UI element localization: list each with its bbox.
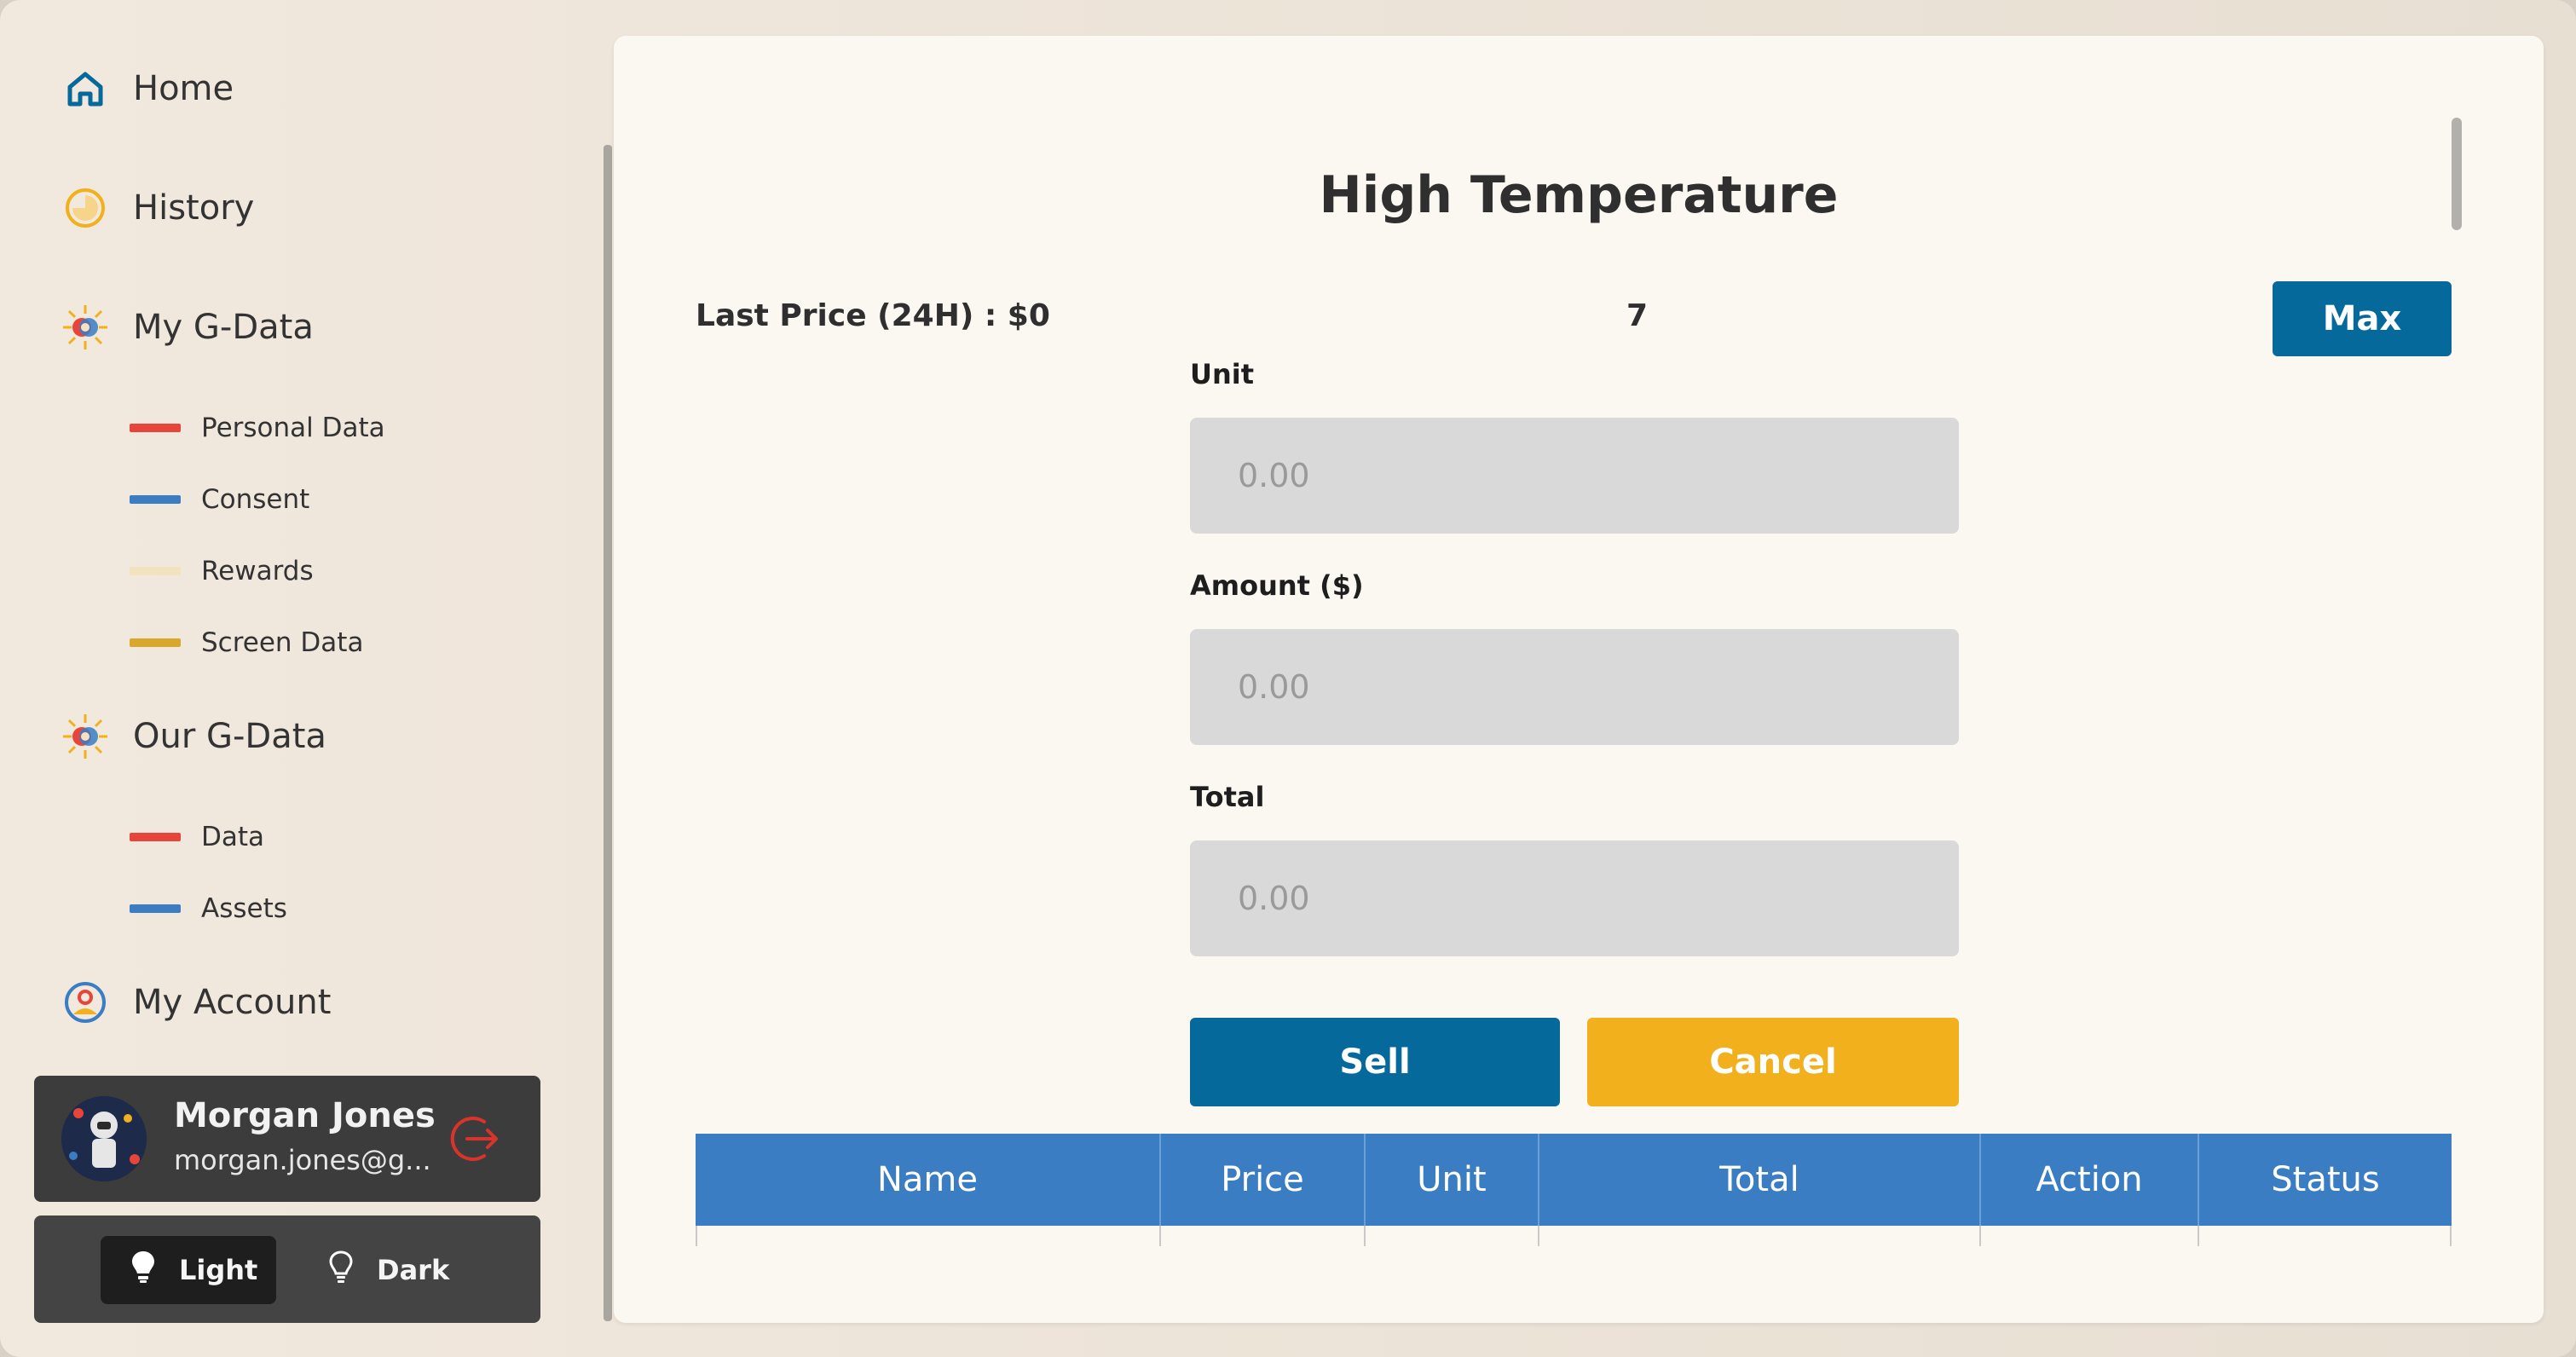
table-cell [1539, 1226, 1981, 1246]
sub-item-label: Screen Data [201, 627, 364, 658]
column-header-action[interactable]: Action [1981, 1134, 2199, 1226]
sidebar: Home History My G-Data Personal Data Con… [0, 0, 580, 1357]
avatar [61, 1096, 147, 1181]
modal-title: High Temperature [1319, 165, 1839, 225]
bulb-filled-icon [130, 1250, 157, 1291]
sidebar-scrollbar[interactable] [604, 145, 612, 1321]
cancel-button[interactable]: Cancel [1587, 1018, 1959, 1106]
nav-my-gdata-label: My G-Data [133, 308, 314, 347]
theme-light-button[interactable]: Light [101, 1236, 276, 1304]
nav-history[interactable]: History [61, 174, 254, 242]
sub-item-label: Personal Data [201, 413, 385, 443]
theme-light-label: Light [179, 1254, 258, 1286]
table-cell [1366, 1226, 1539, 1246]
app-window: Home History My G-Data Personal Data Con… [0, 0, 2576, 1357]
unit-label: Unit [1190, 358, 1255, 390]
rewards-color-bar [130, 567, 181, 575]
table-cell [1161, 1226, 1366, 1246]
table-row [696, 1226, 2452, 1246]
nav-my-account-label: My Account [133, 983, 332, 1022]
history-icon [61, 184, 109, 232]
total-label: Total [1190, 781, 1265, 813]
sub-item-assets[interactable]: Assets [130, 883, 287, 934]
table-cell [1981, 1226, 2199, 1246]
nav-history-label: History [133, 188, 255, 228]
available-count: 7 [1626, 298, 1649, 333]
column-header-total[interactable]: Total [1539, 1134, 1981, 1226]
nav-our-gdata[interactable]: Our G-Data [61, 702, 326, 771]
theme-dark-button[interactable]: Dark [327, 1236, 498, 1304]
screen-data-color-bar [130, 638, 181, 647]
sell-button[interactable]: Sell [1190, 1018, 1560, 1106]
nav-my-gdata[interactable]: My G-Data [61, 293, 314, 361]
sub-item-label: Data [201, 822, 265, 852]
account-icon [61, 979, 109, 1026]
sub-item-personal-data[interactable]: Personal Data [130, 402, 385, 453]
user-email: morgan.jones@g... [174, 1144, 431, 1176]
table-cell [696, 1226, 1161, 1246]
home-icon [61, 65, 109, 113]
nav-home[interactable]: Home [61, 55, 234, 123]
sub-item-data[interactable]: Data [130, 811, 264, 863]
theme-dark-label: Dark [377, 1254, 450, 1286]
amount-label: Amount ($) [1190, 569, 1364, 602]
nav-our-gdata-label: Our G-Data [133, 717, 326, 756]
last-price: Last Price (24H) : $0 [696, 298, 1050, 333]
unit-input[interactable] [1190, 418, 1959, 534]
consent-color-bar [130, 495, 181, 504]
max-button[interactable]: Max [2273, 281, 2452, 356]
sub-item-consent[interactable]: Consent [130, 474, 309, 525]
personal-data-color-bar [130, 424, 181, 432]
column-header-price[interactable]: Price [1161, 1134, 1366, 1226]
column-header-name[interactable]: Name [696, 1134, 1161, 1226]
brain-icon [61, 303, 109, 351]
table-cell [2199, 1226, 2452, 1246]
sub-item-label: Rewards [201, 556, 314, 586]
amount-input[interactable] [1190, 629, 1959, 745]
sell-modal: High Temperature Last Price (24H) : $0 7… [614, 36, 2544, 1323]
sub-item-screen-data[interactable]: Screen Data [130, 617, 363, 668]
column-header-status[interactable]: Status [2199, 1134, 2452, 1226]
data-color-bar [130, 833, 181, 841]
assets-color-bar [130, 904, 181, 913]
user-name: Morgan Jones [174, 1096, 436, 1135]
sub-item-rewards[interactable]: Rewards [130, 546, 314, 597]
brain-icon [61, 713, 109, 760]
column-header-unit[interactable]: Unit [1366, 1134, 1539, 1226]
sub-item-label: Consent [201, 484, 310, 515]
logout-icon[interactable] [447, 1110, 505, 1168]
theme-switcher: Light Dark [34, 1216, 540, 1323]
table-header: Name Price Unit Total Action Status [696, 1134, 2452, 1226]
bulb-outline-icon [327, 1250, 355, 1291]
total-input[interactable] [1190, 840, 1959, 956]
user-card: Morgan Jones morgan.jones@g... [34, 1076, 540, 1202]
nav-my-account[interactable]: My Account [61, 968, 331, 1037]
sub-item-label: Assets [201, 893, 287, 924]
orders-table: Name Price Unit Total Action Status [696, 1134, 2452, 1279]
nav-home-label: Home [133, 69, 234, 108]
